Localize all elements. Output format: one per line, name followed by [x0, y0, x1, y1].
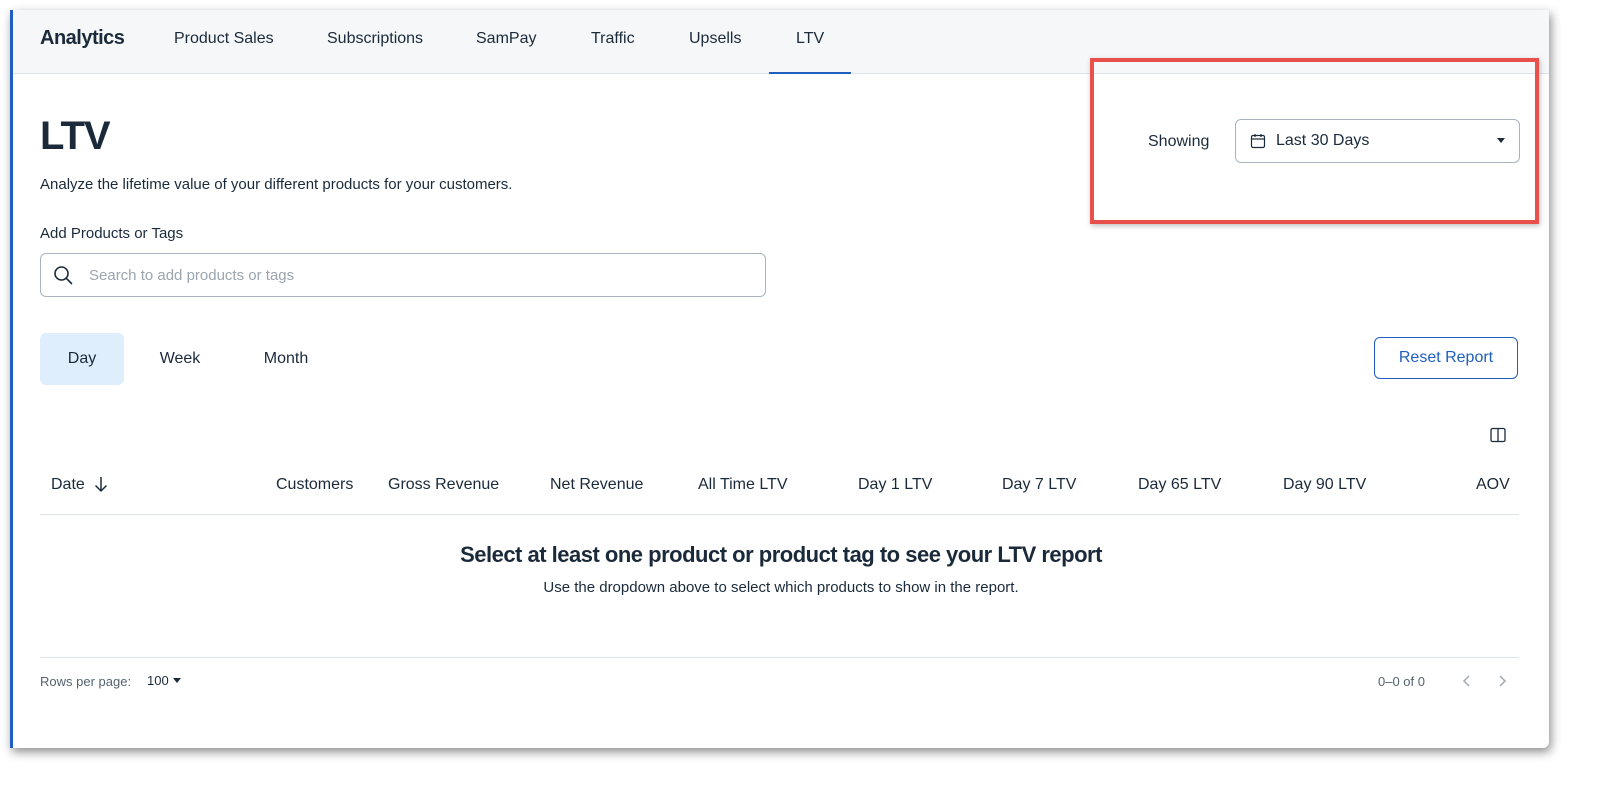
active-tab-indicator — [769, 72, 851, 74]
period-day-button[interactable]: Day — [40, 333, 124, 385]
date-range-value: Last 30 Days — [1276, 132, 1370, 149]
empty-state-description: Use the dropdown above to select which p… — [543, 579, 1019, 596]
rows-per-page-label: Rows per page: — [40, 674, 132, 689]
tab-traffic[interactable]: Traffic — [591, 30, 635, 48]
chevron-left-icon[interactable] — [1458, 672, 1476, 690]
search-label: Add Products or Tags — [40, 225, 184, 242]
column-header-date[interactable]: Date — [51, 476, 85, 494]
chevron-down-icon[interactable] — [173, 678, 181, 683]
tab-sampay[interactable]: SamPay — [476, 30, 536, 48]
column-header-customers: Customers — [276, 476, 354, 493]
arrow-down-icon[interactable] — [93, 475, 109, 493]
page-title: LTV — [40, 114, 111, 158]
calendar-icon — [1250, 134, 1266, 149]
showing-label: Showing — [1148, 133, 1210, 150]
tab-ltv[interactable]: LTV — [796, 30, 824, 48]
columns-icon[interactable] — [1490, 427, 1506, 443]
empty-state-title: Select at least one product or product t… — [460, 542, 1102, 567]
column-header-all-time-ltv: All Time LTV — [698, 476, 788, 493]
chevron-down-icon — [1497, 138, 1505, 143]
tab-upsells[interactable]: Upsells — [689, 30, 741, 48]
divider — [40, 514, 1519, 515]
period-week-button[interactable]: Week — [140, 333, 220, 385]
brand-title: Analytics — [40, 27, 125, 49]
tab-subscriptions[interactable]: Subscriptions — [327, 30, 423, 48]
search-field[interactable] — [40, 253, 766, 297]
search-icon — [54, 266, 73, 285]
page-description: Analyze the lifetime value of your diffe… — [40, 176, 513, 193]
column-header-day-1-ltv: Day 1 LTV — [858, 476, 933, 493]
chevron-right-icon[interactable] — [1493, 672, 1511, 690]
column-header-day-65-ltv: Day 65 LTV — [1138, 476, 1222, 493]
column-header-day-7-ltv: Day 7 LTV — [1002, 476, 1077, 493]
column-header-gross-revenue: Gross Revenue — [388, 476, 500, 493]
divider — [40, 657, 1519, 658]
search-input[interactable] — [87, 254, 751, 296]
app-window: Analytics Product Sales Subscriptions Sa… — [10, 10, 1549, 748]
rows-per-page-select[interactable]: 100 — [147, 673, 169, 688]
reset-report-button[interactable]: Reset Report — [1374, 337, 1518, 379]
column-header-net-revenue: Net Revenue — [550, 476, 644, 493]
column-header-day-90-ltv: Day 90 LTV — [1283, 476, 1367, 493]
period-month-button[interactable]: Month — [242, 333, 330, 385]
tab-product-sales[interactable]: Product Sales — [174, 30, 274, 48]
pagination-range: 0–0 of 0 — [1378, 674, 1425, 689]
date-range-select[interactable]: Last 30 Days — [1235, 119, 1520, 163]
column-header-aov: AOV — [1476, 476, 1510, 493]
